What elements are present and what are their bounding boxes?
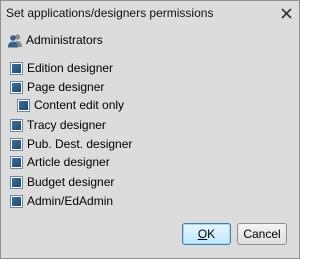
checkbox[interactable] (10, 137, 23, 151)
cancel-label: Cancel (243, 227, 281, 241)
permission-article-designer[interactable]: Article designer (10, 154, 110, 170)
permission-edition-designer[interactable]: Edition designer (10, 60, 113, 76)
permissions-dialog: Set applications/designers permissions A… (0, 0, 300, 259)
permission-tracy-designer[interactable]: Tracy designer (10, 117, 106, 133)
checkbox[interactable] (17, 98, 30, 112)
checkbox[interactable] (10, 118, 23, 132)
permission-budget-designer[interactable]: Budget designer (10, 174, 114, 190)
cancel-button[interactable]: Cancel (237, 223, 287, 245)
permission-label: Content edit only (34, 98, 125, 112)
permission-label: Admin/EdAdmin (27, 194, 114, 208)
checkbox[interactable] (10, 194, 23, 208)
close-icon (281, 7, 292, 19)
permission-page-designer[interactable]: Page designer (10, 79, 104, 95)
group-header: Administrators (7, 32, 103, 48)
ok-label: OK (197, 227, 216, 241)
close-button[interactable] (278, 5, 295, 21)
users-icon (8, 34, 22, 48)
checkbox[interactable] (10, 61, 23, 75)
permission-admin-edadmin[interactable]: Admin/EdAdmin (10, 193, 113, 209)
permission-label: Article designer (27, 155, 110, 169)
dialog-title: Set applications/designers permissions (6, 6, 214, 20)
permission-label: Tracy designer (27, 118, 106, 132)
group-label: Administrators (26, 33, 103, 47)
title-bar[interactable]: Set applications/designers permissions (1, 1, 299, 25)
permission-pub-dest-designer[interactable]: Pub. Dest. designer (10, 136, 132, 152)
permission-label: Page designer (27, 80, 105, 94)
checkbox[interactable] (10, 175, 23, 189)
checkbox[interactable] (10, 80, 23, 94)
ok-button[interactable]: OK (182, 223, 231, 245)
permission-label: Budget designer (27, 175, 115, 189)
checkbox[interactable] (10, 155, 23, 169)
permission-label: Edition designer (27, 61, 114, 75)
permission-label: Pub. Dest. designer (27, 137, 133, 151)
permission-content-edit-only[interactable]: Content edit only (17, 97, 124, 113)
